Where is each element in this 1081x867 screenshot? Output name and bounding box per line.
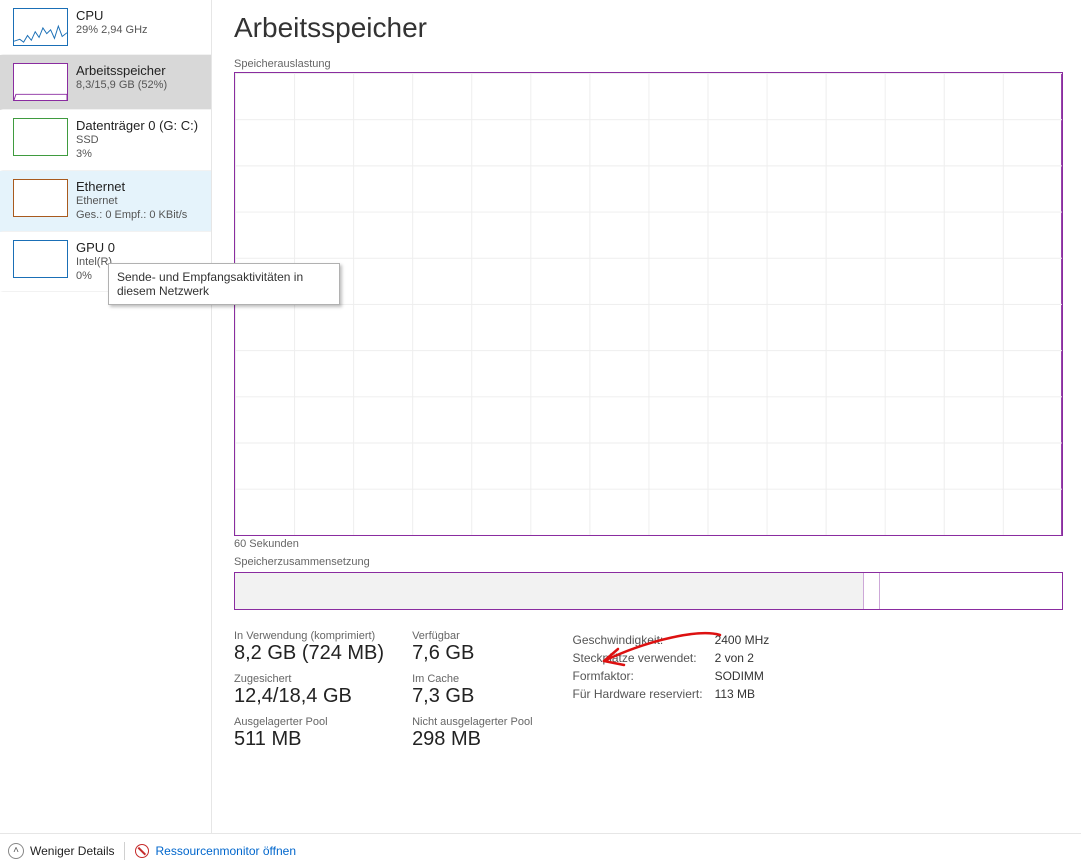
- spec-form-val: SODIMM: [715, 668, 780, 684]
- stat-committed-value: 12,4/18,4 GB: [234, 685, 384, 708]
- main-panel: Arbeitsspeicher Speicherauslastung 60 Se…: [212, 0, 1081, 833]
- gpu-thumb-icon: [13, 240, 68, 278]
- stat-paged-value: 511 MB: [234, 728, 384, 751]
- spec-speed-key: Geschwindigkeit:: [573, 632, 713, 648]
- spec-slots-key: Steckplätze verwendet:: [573, 650, 713, 666]
- stat-inuse-label: In Verwendung (komprimiert): [234, 630, 384, 642]
- resource-monitor-icon: [135, 844, 149, 858]
- disk-thumb-icon: [13, 118, 68, 156]
- tooltip: Sende- und Empfangsaktivitäten in diesem…: [108, 263, 340, 305]
- sidebar-item-ethernet[interactable]: Ethernet Ethernet Ges.: 0 Empf.: 0 KBit/…: [0, 171, 211, 232]
- open-resource-monitor-link[interactable]: Ressourcenmonitor öffnen: [135, 844, 296, 858]
- spec-speed-val: 2400 MHz: [715, 632, 780, 648]
- stat-nonpaged-value: 298 MB: [412, 728, 532, 751]
- composition-cached-segment: [864, 573, 881, 609]
- stat-cached-value: 7,3 GB: [412, 685, 532, 708]
- ethernet-thumb-icon: [13, 179, 68, 217]
- page-title: Arbeitsspeicher: [234, 12, 1063, 44]
- spec-form-key: Formfaktor:: [573, 668, 713, 684]
- spec-hw-val: 113 MB: [715, 686, 780, 702]
- footer-separator: [124, 842, 125, 860]
- chevron-up-icon: ˄: [8, 843, 24, 859]
- stat-committed-label: Zugesichert: [234, 673, 384, 685]
- sidebar-item-disk[interactable]: Datenträger 0 (G: C:) SSD 3%: [0, 110, 211, 171]
- sidebar-mem-sub: 8,3/15,9 GB (52%): [76, 79, 167, 93]
- sidebar-disk-sub2: 3%: [76, 148, 198, 162]
- footer-bar: ˄ Weniger Details Ressourcenmonitor öffn…: [0, 833, 1081, 867]
- composition-free-segment: [880, 573, 1062, 609]
- usage-chart-label: Speicherauslastung: [234, 58, 1063, 70]
- composition-used-segment: [235, 573, 864, 609]
- fewer-details-button[interactable]: ˄ Weniger Details: [8, 843, 114, 859]
- sidebar-gpu-title: GPU 0: [76, 240, 124, 256]
- sidebar-cpu-title: CPU: [76, 8, 148, 24]
- sidebar-cpu-sub: 29% 2,94 GHz: [76, 24, 148, 38]
- memory-usage-chart: [234, 72, 1063, 536]
- stats-section: In Verwendung (komprimiert) 8,2 GB (724 …: [234, 630, 1063, 751]
- sidebar-net-sub2: Ges.: 0 Empf.: 0 KBit/s: [76, 209, 187, 223]
- cpu-thumb-icon: [13, 8, 68, 46]
- sidebar-mem-title: Arbeitsspeicher: [76, 63, 167, 79]
- composition-chart-label: Speicherzusammensetzung: [234, 556, 1063, 568]
- sidebar-net-sub: Ethernet: [76, 195, 187, 209]
- stat-cached-label: Im Cache: [412, 673, 532, 685]
- sidebar-item-cpu[interactable]: CPU 29% 2,94 GHz: [0, 0, 211, 55]
- spec-slots-val: 2 von 2: [715, 650, 780, 666]
- sidebar-net-title: Ethernet: [76, 179, 187, 195]
- stat-nonpaged-label: Nicht ausgelagerter Pool: [412, 716, 532, 728]
- stat-avail-value: 7,6 GB: [412, 642, 532, 665]
- sidebar-item-memory[interactable]: Arbeitsspeicher 8,3/15,9 GB (52%): [0, 55, 211, 110]
- sidebar-disk-sub: SSD: [76, 134, 198, 148]
- sidebar-disk-title: Datenträger 0 (G: C:): [76, 118, 198, 134]
- sidebar: CPU 29% 2,94 GHz Arbeitsspeicher 8,3/15,…: [0, 0, 212, 833]
- usage-chart-axis: 60 Sekunden: [234, 538, 1063, 550]
- fewer-details-label: Weniger Details: [30, 844, 114, 858]
- memory-thumb-icon: [13, 63, 68, 101]
- open-resource-monitor-label: Ressourcenmonitor öffnen: [155, 844, 296, 858]
- stat-inuse-value: 8,2 GB (724 MB): [234, 642, 384, 665]
- spec-hw-key: Für Hardware reserviert:: [573, 686, 713, 702]
- stat-paged-label: Ausgelagerter Pool: [234, 716, 384, 728]
- stat-avail-label: Verfügbar: [412, 630, 532, 642]
- memory-composition-chart: [234, 572, 1063, 610]
- memory-specs: Geschwindigkeit: 2400 MHz Steckplätze ve…: [571, 630, 782, 751]
